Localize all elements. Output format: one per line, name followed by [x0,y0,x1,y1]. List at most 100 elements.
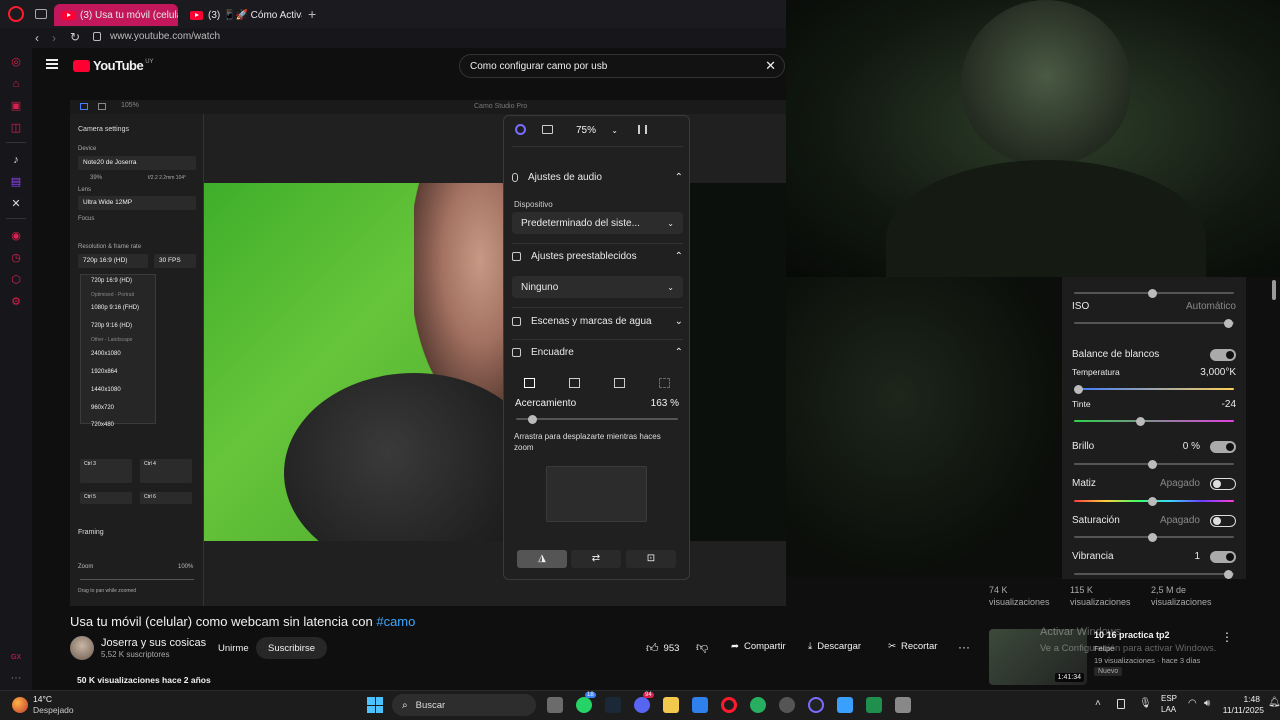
temperature-slider-knob[interactable] [1074,384,1083,394]
discord-icon[interactable]: 94 [634,692,654,713]
zoom-slider[interactable] [80,579,194,580]
res-option[interactable]: 2400x1080 [91,351,121,357]
x-icon[interactable]: ✕ [10,198,22,210]
shutter-slider-knob[interactable] [1148,288,1157,298]
player-icon[interactable]: ◉ [10,230,22,242]
panel-layout-icon[interactable] [542,125,553,134]
clock-date[interactable]: 11/11/2025 [1222,705,1264,715]
usb-icon[interactable] [1117,699,1125,709]
tab-youtube-2[interactable]: (3) 📱🚀 Cómo Activar el [182,4,302,26]
language-indicator[interactable]: ESP [1161,694,1177,703]
lens-select[interactable]: Ultra Wide 12MP [78,196,196,210]
sidebar-toggle-icon[interactable] [98,103,106,110]
scene-thumb[interactable]: Ctrl 4 [140,459,192,483]
task-view-icon[interactable] [547,697,563,713]
channel-avatar[interactable] [70,636,94,660]
vibrance-slider[interactable] [1074,573,1234,575]
white-balance-toggle[interactable] [1210,349,1236,361]
saturation-slider-knob[interactable] [1148,532,1157,542]
steam-icon[interactable] [605,697,621,713]
temperature-slider[interactable] [1074,388,1234,390]
like-button[interactable]: 👍︎ 953 [646,641,679,656]
page-scrollbar[interactable] [1272,280,1276,300]
res-option[interactable]: 1440x1080 [91,387,121,393]
vibrance-toggle[interactable] [1210,551,1236,563]
back-icon[interactable]: ‹ [35,31,39,45]
res-option[interactable]: 1920x864 [91,369,117,375]
tint-slider-knob[interactable] [1136,416,1145,426]
volume-icon[interactable]: 🔊︎ [1204,698,1210,709]
framing-center-stage-icon[interactable] [659,378,670,388]
tab-youtube-active[interactable]: (3) Usa tu móvil (celular) c [54,4,178,26]
clip-button[interactable]: ✂ Recortar [888,641,937,652]
tiktok-icon[interactable]: ♪ [10,154,22,166]
res-option[interactable]: 1080p 9:16 (FHD) [91,305,139,311]
obs-icon[interactable] [779,697,795,713]
scenes-section-header[interactable]: Escenas y marcas de agua ⌄ [512,316,683,327]
chevron-up-tray-icon[interactable]: ˄ [1095,698,1101,709]
pause-icon[interactable] [638,125,647,134]
audio-device-select[interactable]: Predeterminado del siste... ⌄ [512,212,683,234]
wifi-icon[interactable]: ◠ [1188,698,1197,709]
hue-toggle[interactable] [1210,478,1236,490]
camo-logo-icon[interactable] [515,124,526,135]
file-explorer-icon[interactable] [663,697,679,713]
audio-section-header[interactable]: Ajustes de audio ⌃ [512,172,683,183]
mirror-icon[interactable]: ◮ [517,550,567,568]
keyboard-layout-indicator[interactable]: LAA [1161,705,1176,714]
excel-icon[interactable] [866,697,882,713]
saturation-toggle[interactable] [1210,515,1236,527]
forward-icon[interactable]: › [52,31,56,45]
twitch-icon[interactable]: ▤ [10,176,22,188]
hue-slider-knob[interactable] [1148,496,1157,506]
more-icon[interactable]: ··· [10,672,22,684]
device-select[interactable]: Note20 de Joserra [78,156,196,170]
opera-gx-icon[interactable] [721,697,737,713]
zoom-select[interactable]: 75% ⌄ [570,121,624,139]
channel-name[interactable]: Joserra y sus cosicas [101,637,206,649]
scene-thumb[interactable]: Ctrl 3 [80,459,132,483]
iso-slider[interactable] [1074,322,1234,324]
store-icon[interactable] [692,697,708,713]
weather-moon-icon[interactable] [12,697,28,713]
messenger-icon[interactable]: ▣ [10,100,22,112]
res-option[interactable]: 960x720 [91,405,114,411]
iso-slider-knob[interactable] [1224,318,1233,328]
zoom-slider[interactable] [516,418,678,420]
menu-hamburger-icon[interactable] [46,59,58,69]
tab-islands-icon[interactable] [35,9,47,19]
new-tab-button[interactable]: + [308,6,316,22]
gx-icon[interactable]: GX [10,652,22,664]
brightness-slider-knob[interactable] [1148,459,1157,469]
zoom-navigator[interactable] [546,466,647,522]
res-option[interactable]: 720p 16:9 (HD) [91,278,132,284]
framing-portrait-icon[interactable] [614,378,625,388]
camo-icon[interactable] [808,697,824,713]
youtube-logo[interactable]: YouTube UY [73,58,154,73]
reload-icon[interactable]: ↻ [70,30,80,44]
camera-preview-greenscreen[interactable] [204,183,504,541]
fps-select[interactable]: 30 FPS [154,254,196,268]
brightness-toggle[interactable] [1210,441,1236,453]
notification-bell-icon[interactable]: 🔔︎ [1268,697,1280,708]
preset-select[interactable]: Ninguno ⌄ [512,276,683,298]
url-text[interactable]: www.youtube.com/watch [110,31,220,42]
dislike-button[interactable]: 👎︎ [696,640,708,655]
framing-section-header[interactable]: Encuadre ⌃ [512,347,683,358]
whatsapp-icon[interactable]: 18 [576,692,596,713]
more-actions-button[interactable]: ··· [958,640,970,654]
settings-gear-icon[interactable]: ⚙ [10,296,22,308]
taskbar-search-box[interactable]: ⌕ Buscar [392,694,536,716]
stabilize-icon[interactable]: ⊡ [626,550,676,568]
download-button[interactable]: ⤓ Descargar [808,641,861,652]
framing-auto-icon[interactable] [569,378,580,388]
weather-desc[interactable]: Despejado [33,705,74,715]
app-icon[interactable] [895,697,911,713]
share-button[interactable]: ➦ Compartir [731,641,786,652]
aria-icon[interactable]: ◎ [10,56,22,68]
res-option[interactable]: 720x480 [91,422,114,428]
res-option[interactable]: 720p 9:16 (HD) [91,323,132,329]
recommended-more-icon[interactable]: ⋮ [1221,630,1233,644]
history-icon[interactable]: ◷ [10,252,22,264]
spotify-icon[interactable] [750,697,766,713]
